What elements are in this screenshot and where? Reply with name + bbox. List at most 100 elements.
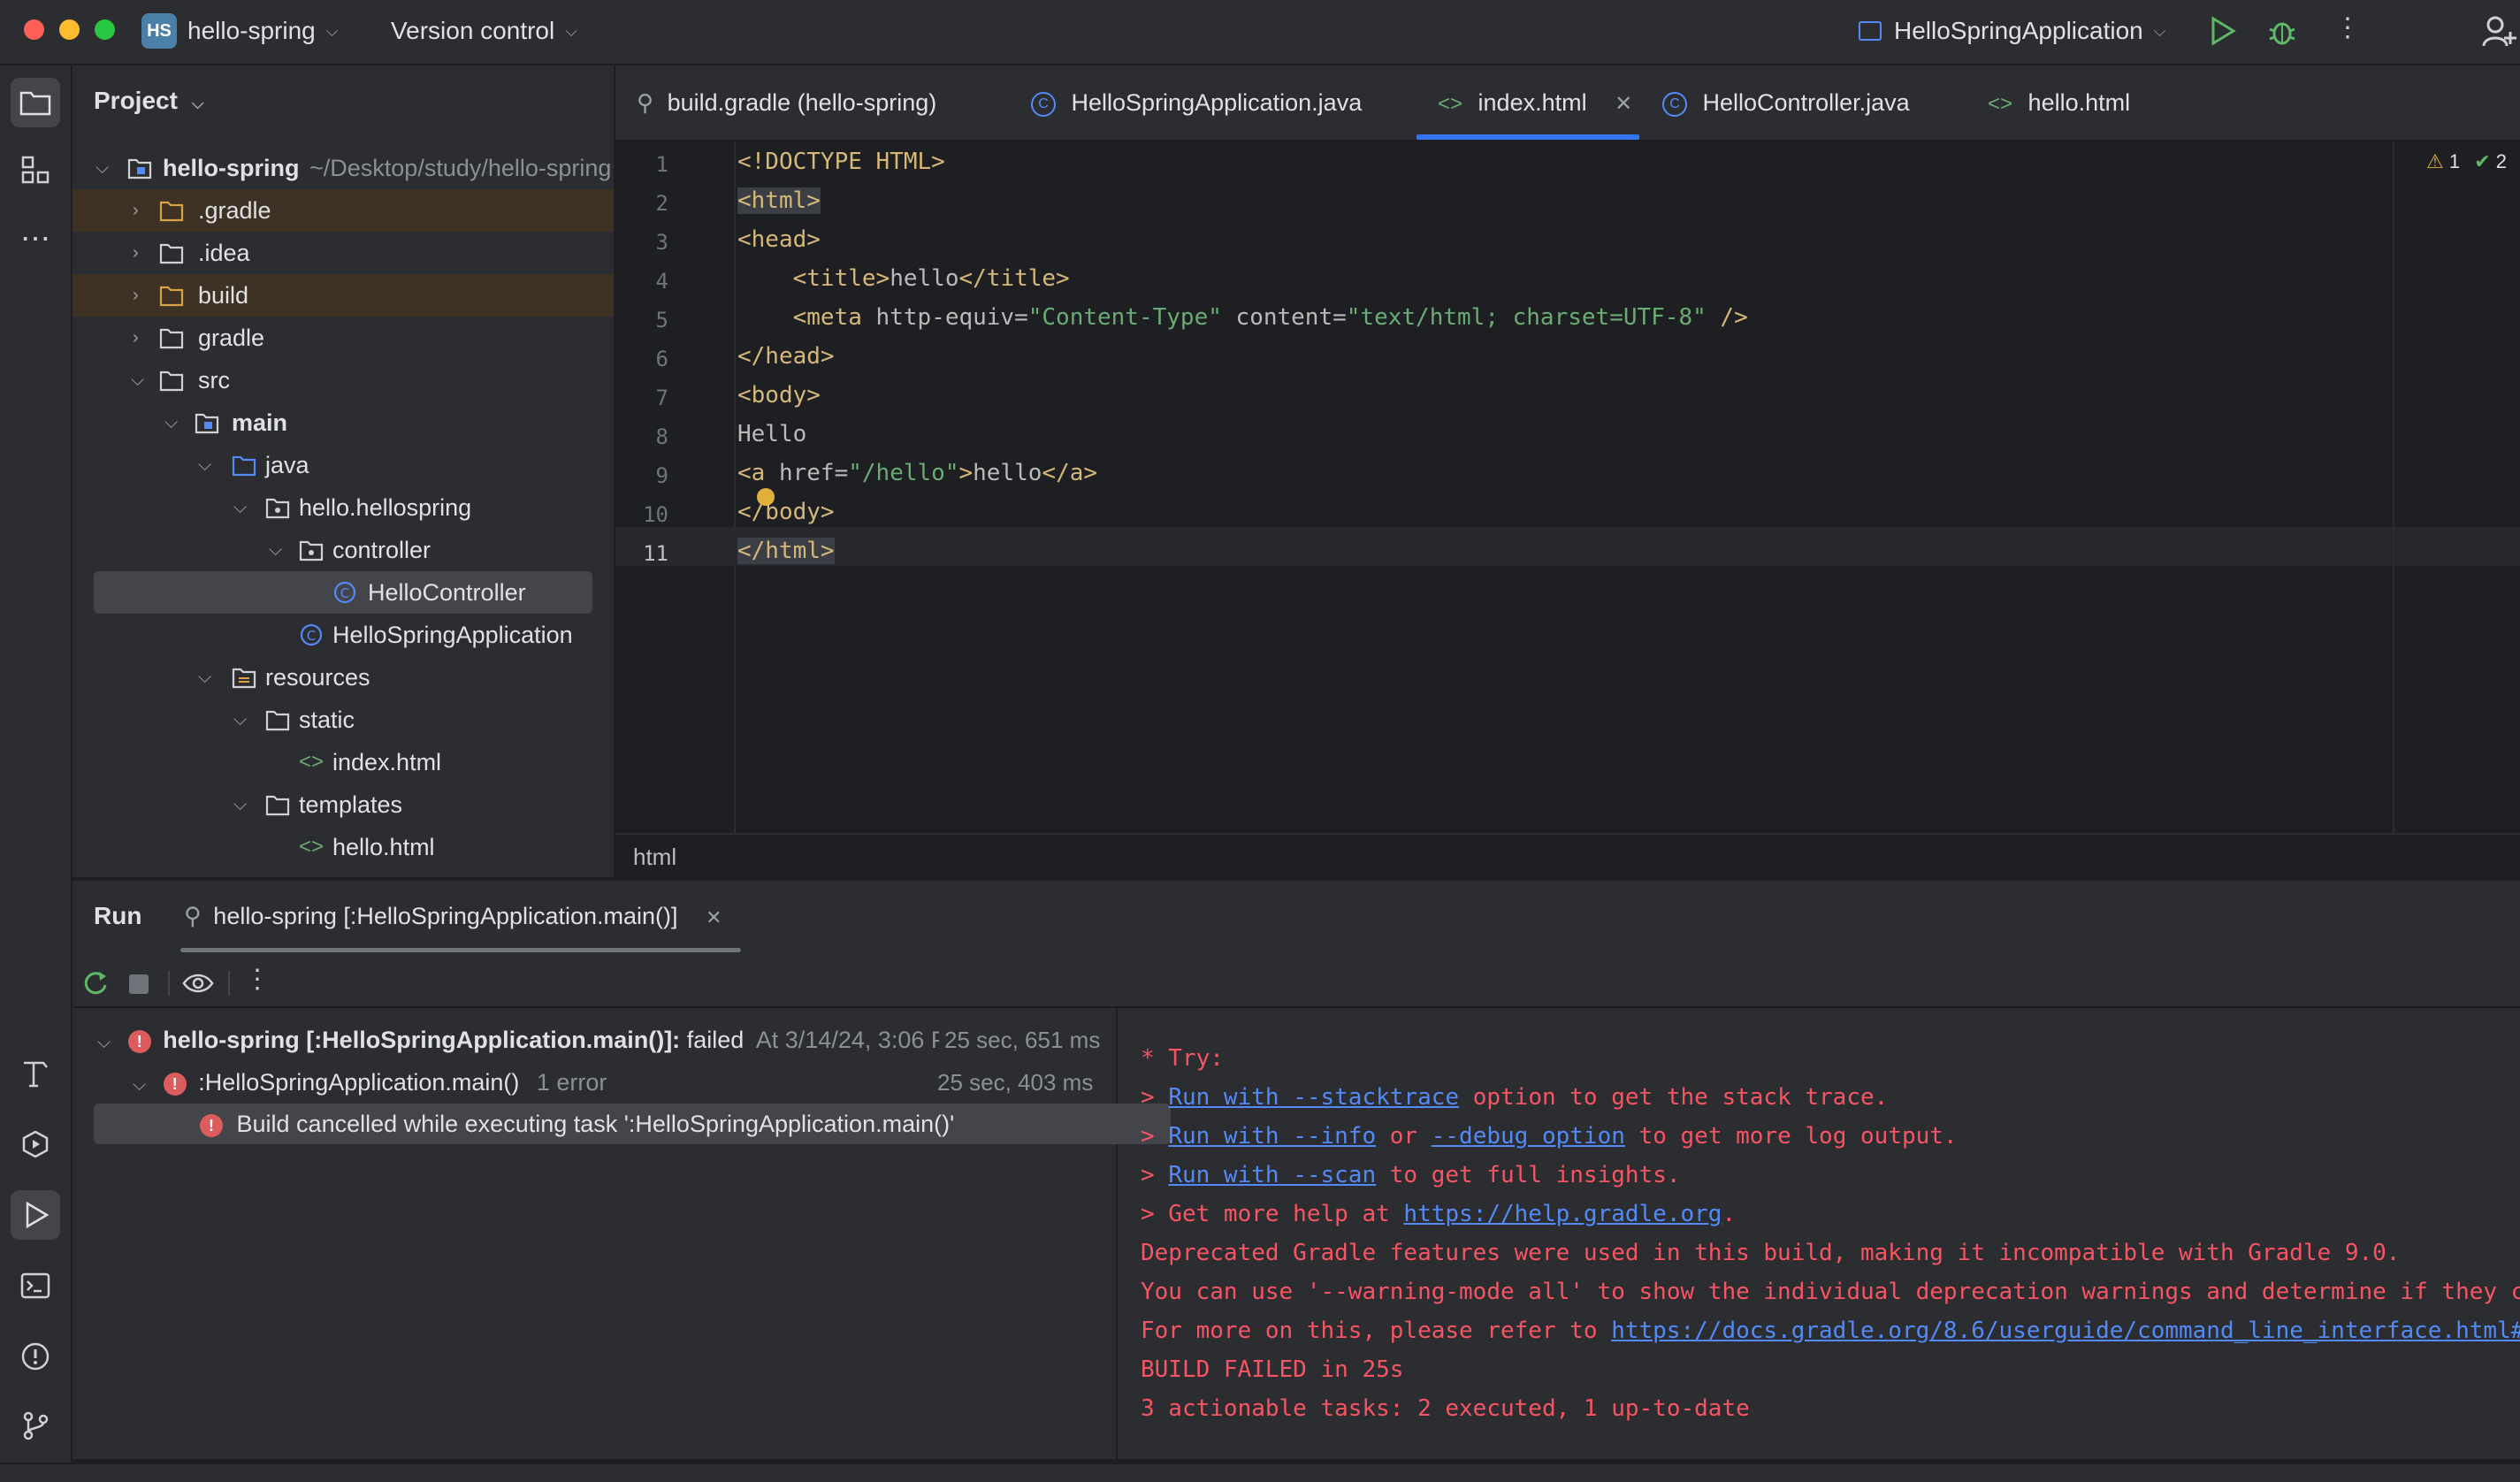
tree-item-templates[interactable]: ⌵ templates [73, 783, 614, 826]
root-duration: 25 sec, 651 ms [939, 1020, 1101, 1059]
vcs-label: Version control [391, 17, 555, 44]
run-icon[interactable] [2210, 16, 2236, 46]
code-token: "text/html; charset=UTF-8" [1346, 304, 1707, 331]
tree-item-label: HelloSpringApplication [332, 622, 573, 648]
more-actions-icon[interactable]: ⋮ [244, 964, 271, 995]
more-tools-icon[interactable]: ⋯ [11, 214, 60, 264]
run-tool-button[interactable] [11, 1190, 60, 1240]
error-icon: ! [200, 1113, 223, 1137]
problems-tool-button[interactable] [11, 1332, 60, 1381]
line-number: 1 [655, 152, 668, 177]
tree-item-resources[interactable]: ⌵ resources [73, 656, 614, 699]
chevron-down-icon: ⌵ [191, 95, 204, 112]
tree-item-label: main [232, 409, 288, 436]
info-link[interactable]: Run with --info [1168, 1123, 1376, 1150]
build-tree-task[interactable]: ⌵ ! :HelloSpringApplication.main() 1 err… [133, 1063, 607, 1102]
tab-hello-html[interactable]: <> hello.html [1988, 65, 2130, 140]
chevron-right-icon: › [133, 328, 139, 348]
code-line: <html> [737, 187, 821, 214]
debug-icon[interactable] [2267, 16, 2297, 46]
tree-item-hello-controller[interactable]: C HelloController [94, 571, 592, 614]
terminal-tool-button[interactable] [11, 1261, 60, 1310]
chevron-down-icon: ⌵ [95, 158, 110, 178]
vcs-menu[interactable]: Version control ⌵ [391, 11, 577, 51]
gradle-docs-link[interactable]: https://docs.gradle.org/8.6/userguide/co… [1611, 1318, 2520, 1344]
tab-label: hello.html [2027, 89, 2131, 116]
tree-item-java[interactable]: ⌵ java [73, 444, 614, 486]
add-user-icon[interactable] [2481, 14, 2516, 50]
tab-build-gradle[interactable]: ⚲ build.gradle (hello-spring) [637, 65, 936, 140]
toolbar-divider [168, 971, 170, 996]
close-tab-icon[interactable]: ✕ [706, 906, 722, 928]
tree-item-hello-html[interactable]: <> hello.html [73, 826, 614, 868]
close-tab-icon[interactable]: ✕ [1615, 92, 1632, 116]
close-window-button[interactable] [24, 19, 44, 40]
tree-item-build[interactable]: › build [73, 274, 614, 317]
run-config-icon [1859, 21, 1882, 41]
tree-item-main[interactable]: ⌵ main [73, 401, 614, 444]
code-token: <a [737, 460, 779, 486]
line-number: 3 [655, 230, 668, 255]
stacktrace-link[interactable]: Run with --stacktrace [1168, 1084, 1459, 1111]
root-time: At 3/14/24, 3:06 PM [755, 1027, 967, 1053]
chevron-down-icon: ⌵ [233, 710, 248, 730]
tab-label: HelloSpringApplication.java [1071, 89, 1363, 116]
services-tool-button[interactable] [11, 1119, 60, 1169]
module-folder-icon [127, 158, 152, 180]
tree-item-src[interactable]: ⌵ src [73, 359, 614, 401]
run-config-selector[interactable]: HelloSpringApplication ⌵ [1859, 11, 2165, 51]
inspection-widget[interactable]: ⚠ 1 ✔ 2 [2426, 150, 2507, 173]
console-line: Deprecated Gradle features were used in … [1141, 1240, 2401, 1266]
stop-icon[interactable] [129, 974, 149, 994]
project-panel-header[interactable]: Project ⌵ [94, 87, 203, 115]
structure-tool-button[interactable] [11, 145, 60, 195]
line-number: 4 [655, 269, 668, 294]
code-line: </body> [737, 499, 835, 525]
code-token: <head> [737, 226, 821, 253]
breadcrumb-item[interactable]: html [633, 844, 676, 871]
build-tool-button[interactable] [11, 1049, 60, 1098]
tree-item-index-html[interactable]: <> index.html [73, 741, 614, 783]
source-folder-icon [195, 413, 219, 434]
tree-item-gradle-cache[interactable]: › .gradle [73, 189, 614, 232]
chevron-down-icon: ⌵ [233, 498, 248, 517]
tree-item-static[interactable]: ⌵ static [73, 699, 614, 741]
tree-item-package[interactable]: ⌵ hello.hellospring [73, 486, 614, 529]
project-tool-button[interactable] [11, 78, 60, 127]
check-icon: ✔ [2474, 150, 2491, 172]
tab-scrollbar[interactable] [180, 948, 741, 952]
scan-link[interactable]: Run with --scan [1168, 1162, 1376, 1188]
tab-hello-spring-application[interactable]: C HelloSpringApplication.java [1031, 65, 1362, 140]
tree-root[interactable]: ⌵ hello-spring ~/Desktop/study/hello-spr… [73, 147, 614, 189]
build-tree-error-row[interactable]: ! Build cancelled while executing task '… [94, 1104, 1171, 1144]
tree-item-label: HelloController [368, 579, 526, 606]
code-line: <title>hello</title> [737, 265, 1070, 292]
gradle-help-link[interactable]: https://help.gradle.org [1403, 1201, 1722, 1227]
zoom-window-button[interactable] [95, 19, 115, 40]
run-tab[interactable]: ⚲ hello-spring [:HelloSpringApplication.… [184, 897, 722, 936]
project-switcher[interactable]: HS hello-spring ⌵ [141, 11, 338, 51]
code-editor[interactable]: 1 2 3 4 5 6 7 8 9 10 11 <!DOCTYPE HTML> <html> <head… [615, 141, 2520, 833]
console-line: BUILD FAILED in 25s [1141, 1356, 1404, 1383]
tab-index-html[interactable]: <> index.html ✕ [1438, 65, 1632, 140]
console-line: 3 actionable tasks: 2 executed, 1 up-to-… [1141, 1395, 1750, 1422]
tree-item-controller[interactable]: ⌵ controller [73, 529, 614, 571]
html-file-icon: <> [1438, 92, 1463, 116]
eye-icon[interactable] [182, 969, 214, 997]
git-tool-button[interactable] [11, 1401, 60, 1450]
root-label: hello-spring [:HelloSpringApplication.ma… [163, 1027, 681, 1053]
code-line: </html> [737, 538, 835, 564]
tab-hello-controller[interactable]: C HelloController.java [1662, 65, 1910, 140]
tree-item-hello-spring-application[interactable]: C HelloSpringApplication [73, 614, 614, 656]
chevron-right-icon: › [133, 243, 139, 263]
debug-link[interactable]: --debug option [1432, 1123, 1625, 1150]
more-actions-icon[interactable]: ⋮ [2334, 12, 2361, 43]
code-line: <!DOCTYPE HTML> [737, 149, 945, 175]
rerun-icon[interactable] [81, 969, 110, 997]
tree-item-idea[interactable]: › .idea [73, 232, 614, 274]
minimize-window-button[interactable] [59, 19, 80, 40]
folder-icon [159, 328, 184, 349]
intention-bulb-icon[interactable] [757, 488, 775, 506]
tree-item-gradle[interactable]: › gradle [73, 317, 614, 359]
terminal-icon [20, 1272, 50, 1299]
